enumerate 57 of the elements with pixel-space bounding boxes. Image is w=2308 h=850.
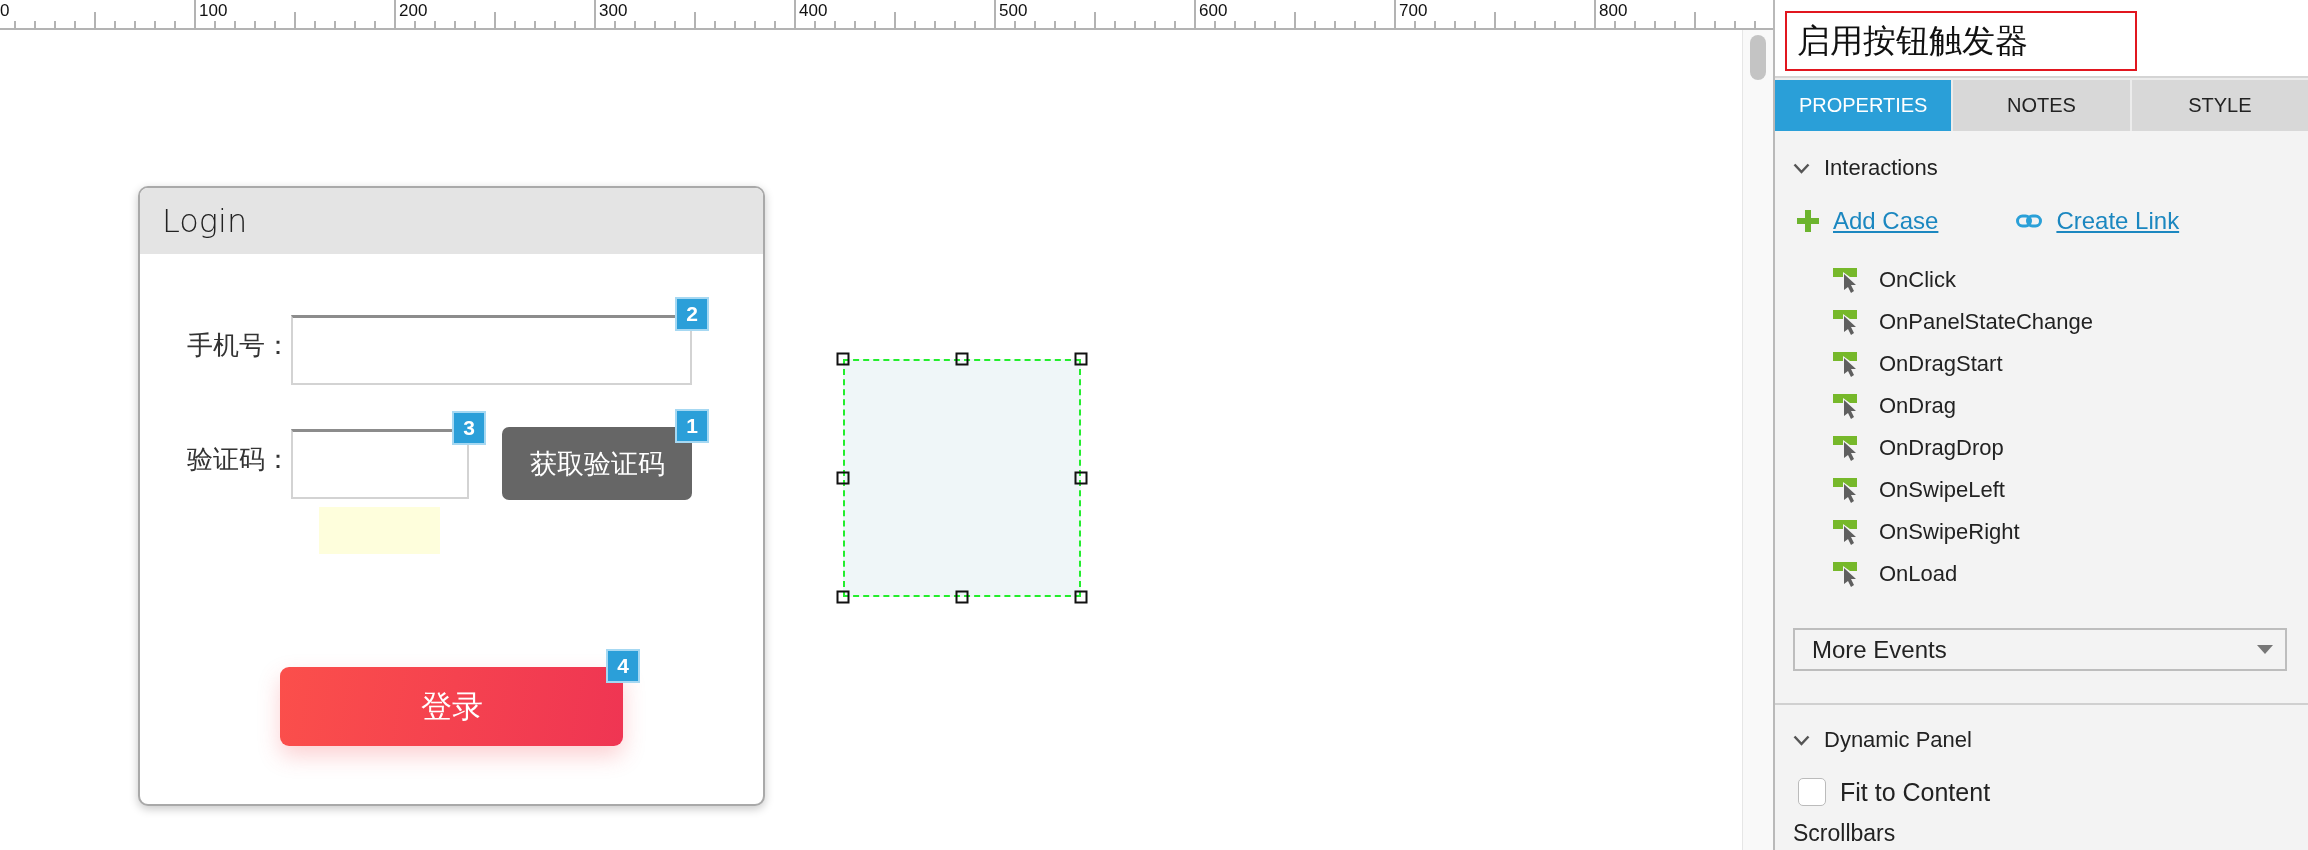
cursor-flag-icon [1833, 435, 1858, 461]
number-badge: 4 [606, 649, 640, 683]
section-subheading: Scrollbars [1793, 820, 1896, 846]
cursor-flag-icon [1833, 477, 1858, 503]
resize-handle[interactable] [836, 590, 850, 604]
event-item[interactable]: OnDragStart [1833, 343, 2003, 385]
more-events-dropdown[interactable]: More Events [1793, 628, 2287, 671]
resize-handle[interactable] [955, 352, 969, 366]
event-item[interactable]: OnSwipeLeft [1833, 469, 2005, 511]
panel-tab[interactable]: STYLE [2131, 80, 2308, 131]
chevron-down-icon[interactable] [1793, 162, 1810, 174]
event-item[interactable]: OnSwipeRight [1833, 511, 2020, 553]
event-item[interactable]: OnLoad [1833, 553, 1958, 595]
checkbox[interactable] [1798, 778, 1826, 806]
ruler-number: 400 [799, 1, 828, 20]
number-badge: 2 [675, 297, 709, 331]
resize-handle[interactable] [1074, 352, 1088, 366]
plus-icon [1797, 210, 1819, 232]
cursor-flag-icon [1833, 519, 1858, 545]
ruler-number: 600 [1199, 1, 1228, 20]
ruler-number: 0 [0, 1, 10, 20]
cursor-flag-icon [1833, 351, 1858, 377]
ruler-number: 300 [599, 1, 628, 20]
event-item[interactable]: OnDragDrop [1833, 427, 2004, 469]
scrollbar-thumb[interactable] [1750, 35, 1766, 80]
ruler-number: 700 [1399, 1, 1428, 20]
event-item[interactable]: OnDrag [1833, 385, 1957, 427]
ruler-number: 200 [399, 1, 428, 20]
action-link[interactable]: Create Link [2016, 208, 2180, 234]
resize-handle[interactable] [1074, 590, 1088, 604]
event-item[interactable]: OnPanelStateChange [1833, 301, 2094, 343]
cursor-flag-icon [1833, 393, 1858, 419]
panel-tab[interactable]: NOTES [1953, 80, 2130, 131]
resize-handle[interactable] [1074, 471, 1088, 485]
field-label: 验证码： [187, 442, 291, 475]
action-link[interactable]: Add Case [1793, 208, 1939, 234]
chevron-down-icon[interactable] [1793, 734, 1810, 746]
checkbox-label: Fit to Content [1840, 778, 1991, 806]
cursor-flag-icon [1833, 561, 1858, 587]
widget-name-field[interactable]: 启用按钮触发器 [1785, 11, 2137, 71]
ruler-number: 500 [999, 1, 1028, 20]
resize-handle[interactable] [955, 590, 969, 604]
card-title: Login [162, 202, 248, 240]
link-icon [2016, 214, 2043, 228]
number-badge: 1 [675, 409, 709, 443]
cursor-flag-icon [1833, 309, 1858, 335]
resize-handle[interactable] [836, 471, 850, 485]
caret-icon [2257, 645, 2273, 654]
cursor-flag-icon [1833, 267, 1858, 293]
event-item[interactable]: OnClick [1833, 259, 1956, 301]
section-title: Dynamic Panel [1824, 728, 1972, 752]
section-title: Interactions [1824, 156, 1938, 180]
resize-handle[interactable] [836, 352, 850, 366]
ruler-number: 800 [1599, 1, 1628, 20]
number-badge: 3 [452, 410, 486, 445]
ruler-number: 100 [199, 1, 228, 20]
field-label: 手机号： [187, 329, 291, 361]
